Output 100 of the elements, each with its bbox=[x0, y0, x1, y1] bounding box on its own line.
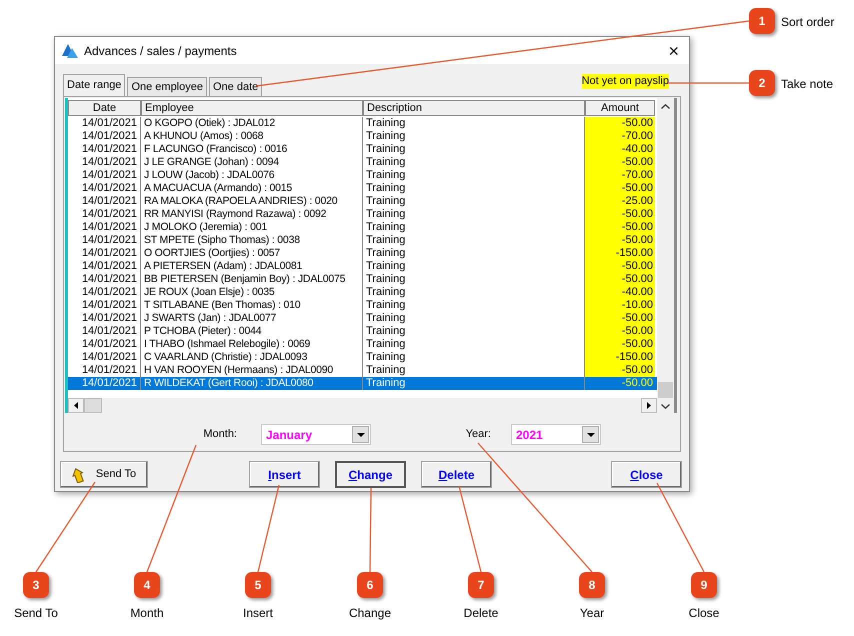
table-cell: 14/01/2021 bbox=[68, 117, 141, 130]
scroll-left-icon bbox=[68, 398, 84, 413]
callout-badge: 1 bbox=[749, 8, 775, 34]
table-cell: -40.00 bbox=[585, 286, 655, 299]
table-cell: -150.00 bbox=[585, 247, 655, 260]
table-cell: I THABO (Ishmael Relebogile) : 0069 bbox=[141, 338, 363, 351]
table-row[interactable]: 14/01/2021 J LE GRANGE (Johan) : 0094 Training -50.00 bbox=[68, 156, 658, 169]
window-title: Advances / sales / payments bbox=[84, 42, 237, 60]
table-cell: 14/01/2021 bbox=[68, 195, 141, 208]
table-row[interactable]: 14/01/2021 J MOLOKO (Jeremia) : 001 Training -50.00 bbox=[68, 221, 658, 234]
table-cell: -70.00 bbox=[585, 169, 655, 182]
command-button[interactable]: Close bbox=[611, 461, 682, 488]
callout-label: Insert bbox=[242, 605, 274, 622]
table-cell: JE ROUX (Joan Elsje) : 0035 bbox=[141, 286, 363, 299]
table-cell: -150.00 bbox=[585, 351, 655, 364]
table-cell: -50.00 bbox=[585, 273, 655, 286]
table-cell: T SITLABANE (Ben Thomas) : 010 bbox=[141, 299, 363, 312]
status-label: Not yet on payslip bbox=[582, 74, 669, 89]
tab[interactable]: Date range bbox=[63, 74, 126, 96]
column-header[interactable]: Employee bbox=[141, 100, 363, 116]
table-row[interactable]: 14/01/2021 A MACUACUA (Armando) : 0015 Training -50.00 bbox=[68, 182, 658, 195]
table-row[interactable]: 14/01/2021 BB PIETERSEN (Benjamin Boy) : JDAL0075 Training -50.00 bbox=[68, 273, 658, 286]
table-cell: J LOUW (Jacob) : JDAL0076 bbox=[141, 169, 363, 182]
app-logo-icon bbox=[62, 44, 78, 58]
callout-label: Send To bbox=[13, 605, 59, 622]
table-cell: 14/01/2021 bbox=[68, 299, 141, 312]
table-cell: -50.00 bbox=[585, 234, 655, 247]
table-cell: 14/01/2021 bbox=[68, 273, 141, 286]
table-cell: 14/01/2021 bbox=[68, 377, 141, 390]
callout-label: Year bbox=[578, 605, 606, 622]
callout-label: Close bbox=[688, 605, 720, 622]
table-cell: 14/01/2021 bbox=[68, 247, 141, 260]
callout-badge: 4 bbox=[134, 572, 160, 598]
table-cell: -25.00 bbox=[585, 195, 655, 208]
table-cell: -50.00 bbox=[585, 117, 655, 130]
table-cell: -10.00 bbox=[585, 299, 655, 312]
table-cell: 14/01/2021 bbox=[68, 169, 141, 182]
table-cell: 14/01/2021 bbox=[68, 312, 141, 325]
table-cell: A KHUNOU (Amos) : 0068 bbox=[141, 130, 363, 143]
column-header[interactable]: Date bbox=[68, 100, 141, 116]
table-row[interactable]: 14/01/2021 J SWARTS (Jan) : JDAL0077 Training -50.00 bbox=[68, 312, 658, 325]
table-row[interactable]: 14/01/2021 J LOUW (Jacob) : JDAL0076 Training -70.00 bbox=[68, 169, 658, 182]
tab[interactable]: One employee bbox=[127, 77, 207, 96]
command-button[interactable]: Delete bbox=[421, 461, 492, 488]
command-button[interactable]: Change bbox=[335, 461, 406, 488]
column-header[interactable]: Description bbox=[363, 100, 585, 116]
send-to-button[interactable]: Send To bbox=[60, 461, 148, 488]
table-cell: F LACUNGO (Francisco) : 0016 bbox=[141, 143, 363, 156]
scroll-thumb[interactable] bbox=[84, 398, 102, 413]
close-button[interactable]: × bbox=[668, 42, 679, 60]
table-row[interactable]: 14/01/2021 O OORTJIES (Oortjies) : 0057 Training -150.00 bbox=[68, 247, 658, 260]
callout-badge: 2 bbox=[749, 70, 775, 96]
table-cell: J MOLOKO (Jeremia) : 001 bbox=[141, 221, 363, 234]
column-header[interactable]: Amount bbox=[585, 100, 655, 116]
table-row[interactable]: 14/01/2021 P TCHOBA (Pieter) : 0044 Training -50.00 bbox=[68, 325, 658, 338]
callout-label: Delete bbox=[462, 605, 500, 622]
table-row[interactable]: 14/01/2021 C VAARLAND (Christie) : JDAL0093 Training -150.00 bbox=[68, 351, 658, 364]
command-button[interactable]: Insert bbox=[249, 461, 320, 488]
callout-badge: 6 bbox=[357, 572, 383, 598]
table-row[interactable]: 14/01/2021 R WILDEKAT (Gert Rooi) : JDAL0080 Training -50.00 bbox=[68, 377, 658, 390]
callout-label: Sort order bbox=[781, 14, 834, 31]
table-cell: 14/01/2021 bbox=[68, 286, 141, 299]
table-cell: ST MPETE (Sipho Thomas) : 0038 bbox=[141, 234, 363, 247]
table-row[interactable]: 14/01/2021 I THABO (Ishmael Relebogile) : 0069 Training -50.00 bbox=[68, 338, 658, 351]
table-row[interactable]: 14/01/2021 T SITLABANE (Ben Thomas) : 010 Training -10.00 bbox=[68, 299, 658, 312]
table-cell: -50.00 bbox=[585, 156, 655, 169]
scroll-down-icon bbox=[661, 404, 670, 409]
table-cell: -70.00 bbox=[585, 130, 655, 143]
table-cell: J SWARTS (Jan) : JDAL0077 bbox=[141, 312, 363, 325]
horizontal-scrollbar[interactable] bbox=[68, 398, 658, 413]
table-cell: -50.00 bbox=[585, 182, 655, 195]
table-cell: -40.00 bbox=[585, 143, 655, 156]
table-row[interactable]: 14/01/2021 RA MALOKA (RAPOELA ANDRIES) : 0020 Training -25.00 bbox=[68, 195, 658, 208]
table-row[interactable]: 14/01/2021 JE ROUX (Joan Elsje) : 0035 Training -40.00 bbox=[68, 286, 658, 299]
scroll-thumb[interactable] bbox=[658, 382, 674, 398]
table-cell: P TCHOBA (Pieter) : 0044 bbox=[141, 325, 363, 338]
table-cell: O OORTJIES (Oortjies) : 0057 bbox=[141, 247, 363, 260]
callout-label: Take note bbox=[781, 76, 834, 93]
table-cell: C VAARLAND (Christie) : JDAL0093 bbox=[141, 351, 363, 364]
table-row[interactable]: 14/01/2021 RR MANYISI (Raymond Razawa) : 0092 Training -50.00 bbox=[68, 208, 658, 221]
table-cell: 14/01/2021 bbox=[68, 156, 141, 169]
tab[interactable]: One date bbox=[208, 77, 262, 96]
table-cell: 14/01/2021 bbox=[68, 234, 141, 247]
table-row[interactable]: 14/01/2021 O KGOPO (Otiek) : JDAL012 Training -50.00 bbox=[68, 117, 658, 130]
table-cell: -50.00 bbox=[585, 208, 655, 221]
table-cell: A MACUACUA (Armando) : 0015 bbox=[141, 182, 363, 195]
vertical-scrollbar[interactable] bbox=[657, 98, 674, 413]
table-cell: R WILDEKAT (Gert Rooi) : JDAL0080 bbox=[141, 377, 363, 390]
table-row[interactable]: 14/01/2021 A KHUNOU (Amos) : 0068 Training -70.00 bbox=[68, 130, 658, 143]
table-cell: Training bbox=[363, 377, 585, 390]
table-cell: A PIETERSEN (Adam) : JDAL0081 bbox=[141, 260, 363, 273]
field-label: Year: bbox=[464, 427, 491, 442]
table-row[interactable]: 14/01/2021 A PIETERSEN (Adam) : JDAL0081 Training -50.00 bbox=[68, 260, 658, 273]
table-row[interactable]: 14/01/2021 F LACUNGO (Francisco) : 0016 Training -40.00 bbox=[68, 143, 658, 156]
table-cell: 14/01/2021 bbox=[68, 143, 141, 156]
table-cell-text: -50.00 bbox=[620, 377, 654, 390]
callout-label: Change bbox=[348, 605, 392, 622]
table-cell: 14/01/2021 bbox=[68, 182, 141, 195]
table-row[interactable]: 14/01/2021 ST MPETE (Sipho Thomas) : 0038 Training -50.00 bbox=[68, 234, 658, 247]
table-cell: -50.00 bbox=[585, 260, 655, 273]
